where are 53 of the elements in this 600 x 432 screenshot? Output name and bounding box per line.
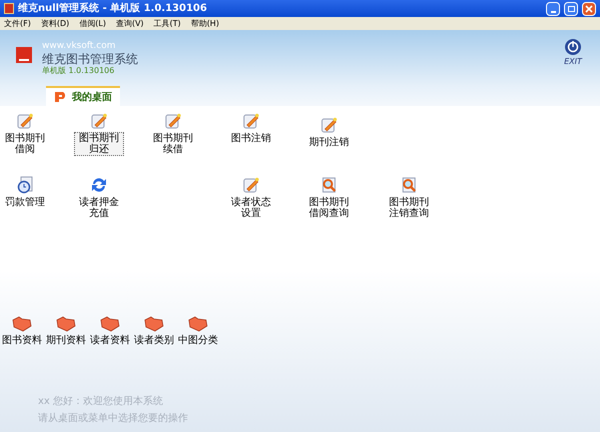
version-label: 单机版 1.0.130106: [42, 67, 116, 75]
folder-icon: [12, 316, 32, 332]
pencil-document-icon: [242, 112, 260, 130]
folder-icon: [100, 316, 120, 332]
desktop-shortcut[interactable]: 罚款管理: [3, 196, 47, 209]
welcome-message: 请从桌面或菜单中选择您要的操作: [38, 412, 188, 426]
folder-icon: [188, 316, 208, 332]
desktop-shortcut[interactable]: 图书资料: [0, 334, 44, 347]
desktop-shortcut[interactable]: 图书期刊借阅: [0, 132, 50, 156]
desktop-shortcut[interactable]: 读者状态设置: [226, 196, 276, 220]
desktop-shortcut[interactable]: 期刊资料: [44, 334, 88, 347]
exit-label[interactable]: EXIT: [564, 56, 582, 68]
close-icon: [585, 4, 593, 12]
close-button[interactable]: [582, 2, 596, 16]
pencil-document-icon: [16, 112, 34, 130]
p-logo-icon: [54, 91, 68, 103]
window-title: 维克null管理系统 - 单机版 1.0.130106: [18, 1, 208, 16]
pencil-document-icon: [90, 112, 108, 130]
desktop-shortcut[interactable]: 图书期刊借阅查询: [304, 196, 354, 220]
menu-item[interactable]: 资料(D): [40, 20, 70, 28]
refresh-arrows-icon: [90, 176, 108, 194]
desktop-shortcut[interactable]: 中图分类: [176, 334, 220, 347]
menu-item[interactable]: 文件(F): [4, 20, 31, 28]
pencil-document-icon: [164, 112, 182, 130]
desktop-shortcut[interactable]: 图书期刊注销查询: [384, 196, 434, 220]
power-icon[interactable]: [564, 38, 582, 56]
welcome-message: xx 您好：欢迎您使用本系统: [38, 394, 164, 409]
restore-icon: [568, 6, 574, 12]
magnifier-document-icon: [320, 176, 338, 194]
desktop-shortcut[interactable]: 读者资料: [88, 334, 132, 347]
clock-document-icon: [16, 176, 34, 194]
menu-item[interactable]: 帮助(H): [190, 20, 220, 28]
desktop-shortcut[interactable]: 图书期刊归还: [74, 132, 124, 156]
magnifier-document-icon: [400, 176, 418, 194]
folder-icon: [144, 316, 164, 332]
desktop-shortcut[interactable]: 读者类别: [132, 334, 176, 347]
app-icon: [4, 3, 14, 14]
desktop-tab[interactable]: 我的桌面: [46, 86, 120, 106]
pencil-document-icon: [242, 176, 260, 194]
desktop-shortcut[interactable]: 期刊注销: [307, 136, 351, 149]
folder-icon: [56, 316, 76, 332]
pencil-document-icon: [320, 116, 338, 134]
menu-item[interactable]: 工具(T): [154, 20, 181, 28]
menu-item[interactable]: 借阅(L): [79, 20, 106, 28]
restore-button[interactable]: [564, 2, 578, 16]
desktop-shortcut[interactable]: 图书期刊续借: [148, 132, 198, 156]
menu-item[interactable]: 查询(V): [116, 20, 144, 28]
website-url: www.vksoft.com: [42, 42, 116, 51]
desktop-shortcut[interactable]: 图书注销: [229, 132, 273, 145]
minimize-button[interactable]: [546, 2, 560, 16]
app-name: 维克图书管理系统: [42, 51, 139, 66]
desktop-shortcut[interactable]: 读者押金充值: [74, 196, 124, 220]
minimize-icon: [550, 10, 556, 12]
